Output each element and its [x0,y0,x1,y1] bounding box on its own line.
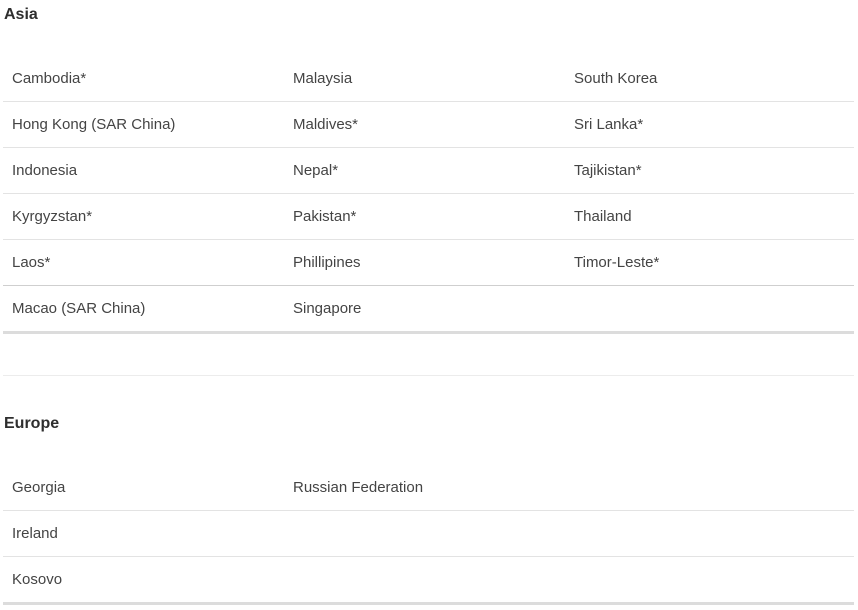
country-cell: Russian Federation [293,479,424,496]
country-table-europe: Georgia Russian Federation Ireland Kosov… [3,465,854,605]
country-cell: Sri Lanka* [565,101,854,148]
country-cell [565,465,854,511]
table-row: Ireland [3,510,854,557]
country-cell: Phillipines [284,239,565,286]
country-cell: Georgia [12,479,66,496]
table-row: Cambodia* Malaysia South Korea [3,56,854,102]
country-cell: Timor-Leste* [565,239,854,286]
table-row: Kosovo [3,556,854,605]
table-row: Laos* Phillipines Timor-Leste* [3,239,854,286]
country-cell: Pakistan* [284,193,565,240]
region-title-asia: Asia [4,6,38,23]
country-cell [284,556,565,605]
country-cell: Kosovo [3,556,284,605]
section-divider [3,375,854,376]
country-cell: Tajikistan* [565,147,854,194]
country-cell: Singapore [284,285,565,334]
country-cell: Maldives* [284,101,565,148]
country-cell: Malaysia [293,70,353,87]
country-cell: Ireland [3,510,284,557]
country-cell: South Korea [574,70,658,87]
country-cell: Macao (SAR China) [3,285,284,334]
country-cell: Kyrgyzstan* [3,193,284,240]
country-cell: Cambodia* [12,70,87,87]
country-cell [565,510,854,557]
country-cell: Hong Kong (SAR China) [3,101,284,148]
country-cell [284,510,565,557]
country-cell: Nepal* [284,147,565,194]
region-title-europe: Europe [4,415,60,432]
country-cell: Thailand [565,193,854,240]
table-row: Hong Kong (SAR China) Maldives* Sri Lank… [3,101,854,148]
country-cell: Laos* [3,239,284,286]
country-cell [565,556,854,605]
country-cell [565,285,854,334]
table-row: Indonesia Nepal* Tajikistan* [3,147,854,194]
country-table-asia: Cambodia* Malaysia South Korea Hong Kong… [3,56,854,334]
country-cell: Indonesia [3,147,284,194]
table-row: Kyrgyzstan* Pakistan* Thailand [3,193,854,240]
table-row: Georgia Russian Federation [3,465,854,511]
table-row: Macao (SAR China) Singapore [3,285,854,334]
